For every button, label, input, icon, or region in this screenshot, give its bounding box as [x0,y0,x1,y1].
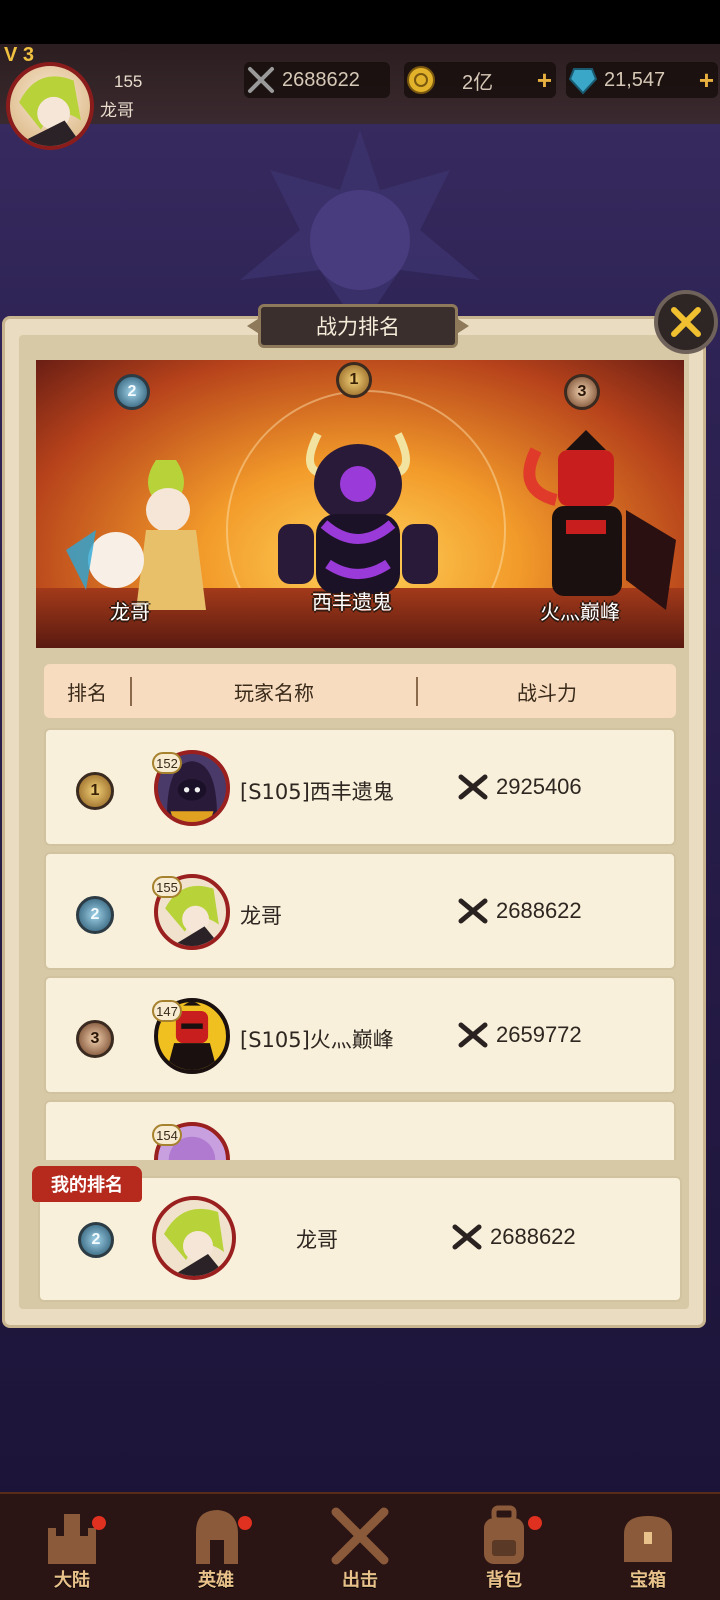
player-level-badge: 155 [152,876,182,898]
gems-value: 21,547 [604,68,666,91]
player-name: 龙哥 [240,904,282,928]
hero-portrait-icon [164,1208,226,1276]
my-name: 龙哥 [296,1228,338,1252]
nav-continent[interactable]: 大陆 [0,1494,144,1600]
treasure-chest-icon [624,1516,672,1562]
crossed-swords-icon [452,1224,482,1250]
nav-heroes[interactable]: 英雄 [144,1494,288,1600]
combat-power-display: 2688622 [244,62,390,98]
gem-icon [568,68,598,95]
backpack-icon [484,1505,524,1564]
gold-coin-icon [407,66,435,94]
close-icon [671,307,701,337]
add-gems-button[interactable]: + [699,65,714,96]
hero-portrait-icon [19,76,83,146]
crossed-swords-icon [458,1022,488,1048]
podium-second-name: 龙哥 [110,600,150,624]
header-rank: 排名 [44,676,132,706]
ranking-table-header: 排名 玩家名称 战斗力 [44,664,676,718]
background-emblem [240,130,480,330]
helmet-icon [196,1510,238,1564]
crossed-swords-icon [248,67,274,93]
player-level: 155 [114,72,143,91]
my-rank-tag: 我的排名 [32,1166,142,1202]
close-button[interactable] [654,290,718,354]
rank-3-icon: 3 [76,1020,114,1058]
nav-backpack[interactable]: 背包 [432,1494,576,1600]
notification-dot [528,1516,542,1530]
crossed-swords-icon [458,774,488,800]
gold-value: 2亿 [462,71,494,94]
notification-dot [92,1516,106,1530]
top3-podium: 2 1 3 龙哥 西丰遗鬼 火灬巅峰 [36,360,684,648]
podium-first-name: 西丰遗鬼 [312,590,392,614]
podium-rank-3-badge: 3 [564,374,600,410]
first-place-character[interactable] [258,414,458,614]
nav-label: 出击 [342,1570,378,1591]
my-combat-power: 2688622 [452,1224,576,1250]
rank-1-icon: 1 [76,772,114,810]
bottom-navigation: 大陆 英雄 出击 背包 宝箱 [0,1492,720,1600]
dialog-title: 战力排名 [258,304,458,348]
ranking-row[interactable]: 3 147 [S105]火灬巅峰 2659772 [44,976,676,1094]
header-combat-power: 战斗力 [517,680,577,705]
notification-dot [238,1516,252,1530]
combat-power: 2659772 [458,1022,582,1048]
castle-icon [48,1514,96,1564]
player-level-badge: 152 [152,752,182,774]
player-avatar[interactable] [6,62,94,150]
player-name: [S105]西丰遗鬼 [240,780,394,804]
crossed-swords-icon [458,898,488,924]
ranking-list[interactable]: 1 152 [S105]西丰遗鬼 2925406 2 155 龙哥 268862… [44,728,676,1160]
my-rank-icon: 2 [78,1222,114,1258]
podium-rank-2-badge: 2 [114,374,150,410]
nav-label: 大陆 [54,1570,90,1591]
nav-label: 英雄 [198,1570,234,1591]
gold-display: 2亿 + [404,62,556,98]
player-name: [S105]火灬巅峰 [240,1028,394,1052]
my-avatar[interactable] [152,1196,236,1280]
nav-treasure[interactable]: 宝箱 [576,1494,720,1600]
my-combat-power-value: 2688622 [490,1224,576,1249]
crossed-swords-icon [331,1507,389,1565]
player-level-badge: 147 [152,1000,182,1022]
gems-display: 21,547 + [566,62,718,98]
nav-attack[interactable]: 出击 [288,1494,432,1600]
header-player-name: 玩家名称 [132,676,418,706]
nav-label: 背包 [486,1570,522,1591]
combat-power: 2688622 [458,898,582,924]
system-status-bar [0,0,720,44]
combat-power-value: 2688622 [282,68,360,91]
vip-level: V 3 [4,44,35,66]
ranking-row[interactable]: 2 155 龙哥 2688622 [44,852,676,970]
player-name: 龙哥 [100,101,134,121]
combat-power-value: 2688622 [496,898,582,923]
rank-2-icon: 2 [76,896,114,934]
ranking-row[interactable]: 1 152 [S105]西丰遗鬼 2925406 [44,728,676,846]
player-level-badge: 154 [152,1124,182,1146]
combat-power: 2925406 [458,774,582,800]
combat-power-value: 2925406 [496,774,582,799]
ranking-row[interactable]: 154 [44,1100,676,1160]
nav-label: 宝箱 [630,1570,666,1591]
podium-rank-1-badge: 1 [336,362,372,398]
combat-power-value: 2659772 [496,1022,582,1047]
add-gold-button[interactable]: + [537,65,552,96]
podium-third-name: 火灬巅峰 [540,600,620,624]
